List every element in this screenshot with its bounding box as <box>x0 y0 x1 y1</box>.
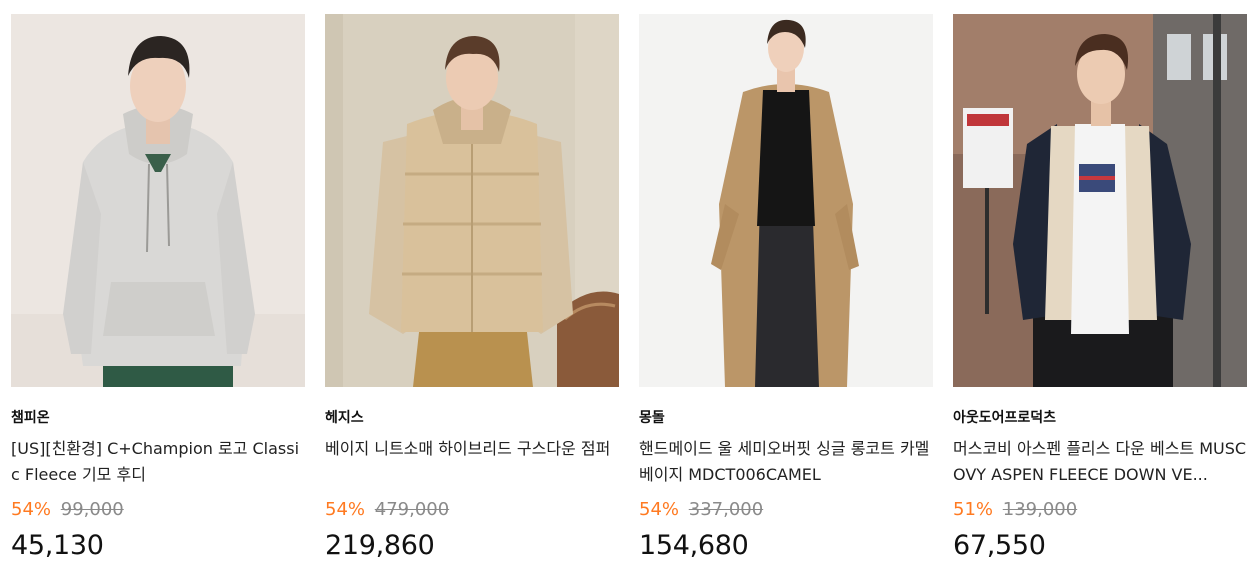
sale-price: 219,860 <box>325 530 435 561</box>
sale-price: 154,680 <box>639 530 749 561</box>
product-name[interactable]: 베이지 니트소매 하이브리드 구스다운 점퍼 <box>325 436 619 488</box>
product-card[interactable]: 아웃도어프로덕츠 머스코비 아스펜 플리스 다운 베스트 MUSCOVY ASP… <box>953 14 1247 562</box>
product-card[interactable]: 헤지스 베이지 니트소매 하이브리드 구스다운 점퍼 54% 479,000 2… <box>325 14 619 562</box>
product-photo-beige-down-jacket <box>325 14 619 387</box>
original-price: 139,000 <box>1002 499 1078 520</box>
price-row: 54% 337,000 <box>639 498 933 522</box>
price-row: 51% 139,000 <box>953 498 1247 522</box>
product-photo-fleece-down-vest <box>953 14 1247 387</box>
product-name[interactable]: 머스코비 아스펜 플리스 다운 베스트 MUSCOVY ASPEN FLEECE… <box>953 436 1247 488</box>
product-image[interactable] <box>953 14 1247 387</box>
product-image[interactable] <box>11 14 305 387</box>
original-price: 99,000 <box>60 499 124 520</box>
original-price: 479,000 <box>374 499 450 520</box>
price-row: 54% 99,000 <box>11 498 305 522</box>
brand-name: 아웃도어프로덕츠 <box>953 410 1057 426</box>
product-name[interactable]: [US][친환경] C+Champion 로고 Classic Fleece 기… <box>11 436 305 488</box>
discount-rate: 54% <box>639 499 680 520</box>
product-image[interactable] <box>639 14 933 387</box>
product-grid: 챔피온 [US][친환경] C+Champion 로고 Classic Flee… <box>0 0 1260 581</box>
product-image[interactable] <box>325 14 619 387</box>
discount-rate: 54% <box>11 499 52 520</box>
product-card[interactable]: 몽돌 핸드메이드 울 세미오버핏 싱글 롱코트 카멜베이지 MDCT006CAM… <box>639 14 933 562</box>
brand-name: 챔피온 <box>11 410 50 426</box>
discount-rate: 54% <box>325 499 366 520</box>
brand-name: 헤지스 <box>325 410 364 426</box>
discount-rate: 51% <box>953 499 994 520</box>
price-row: 54% 479,000 <box>325 498 619 522</box>
product-photo-camel-long-coat <box>639 14 933 387</box>
sale-price: 67,550 <box>953 530 1046 561</box>
product-card[interactable]: 챔피온 [US][친환경] C+Champion 로고 Classic Flee… <box>11 14 305 562</box>
product-photo-grey-hoodie <box>11 14 305 387</box>
sale-price: 45,130 <box>11 530 104 561</box>
original-price: 337,000 <box>688 499 764 520</box>
product-name[interactable]: 핸드메이드 울 세미오버핏 싱글 롱코트 카멜베이지 MDCT006CAMEL <box>639 436 933 488</box>
brand-name: 몽돌 <box>639 410 665 426</box>
